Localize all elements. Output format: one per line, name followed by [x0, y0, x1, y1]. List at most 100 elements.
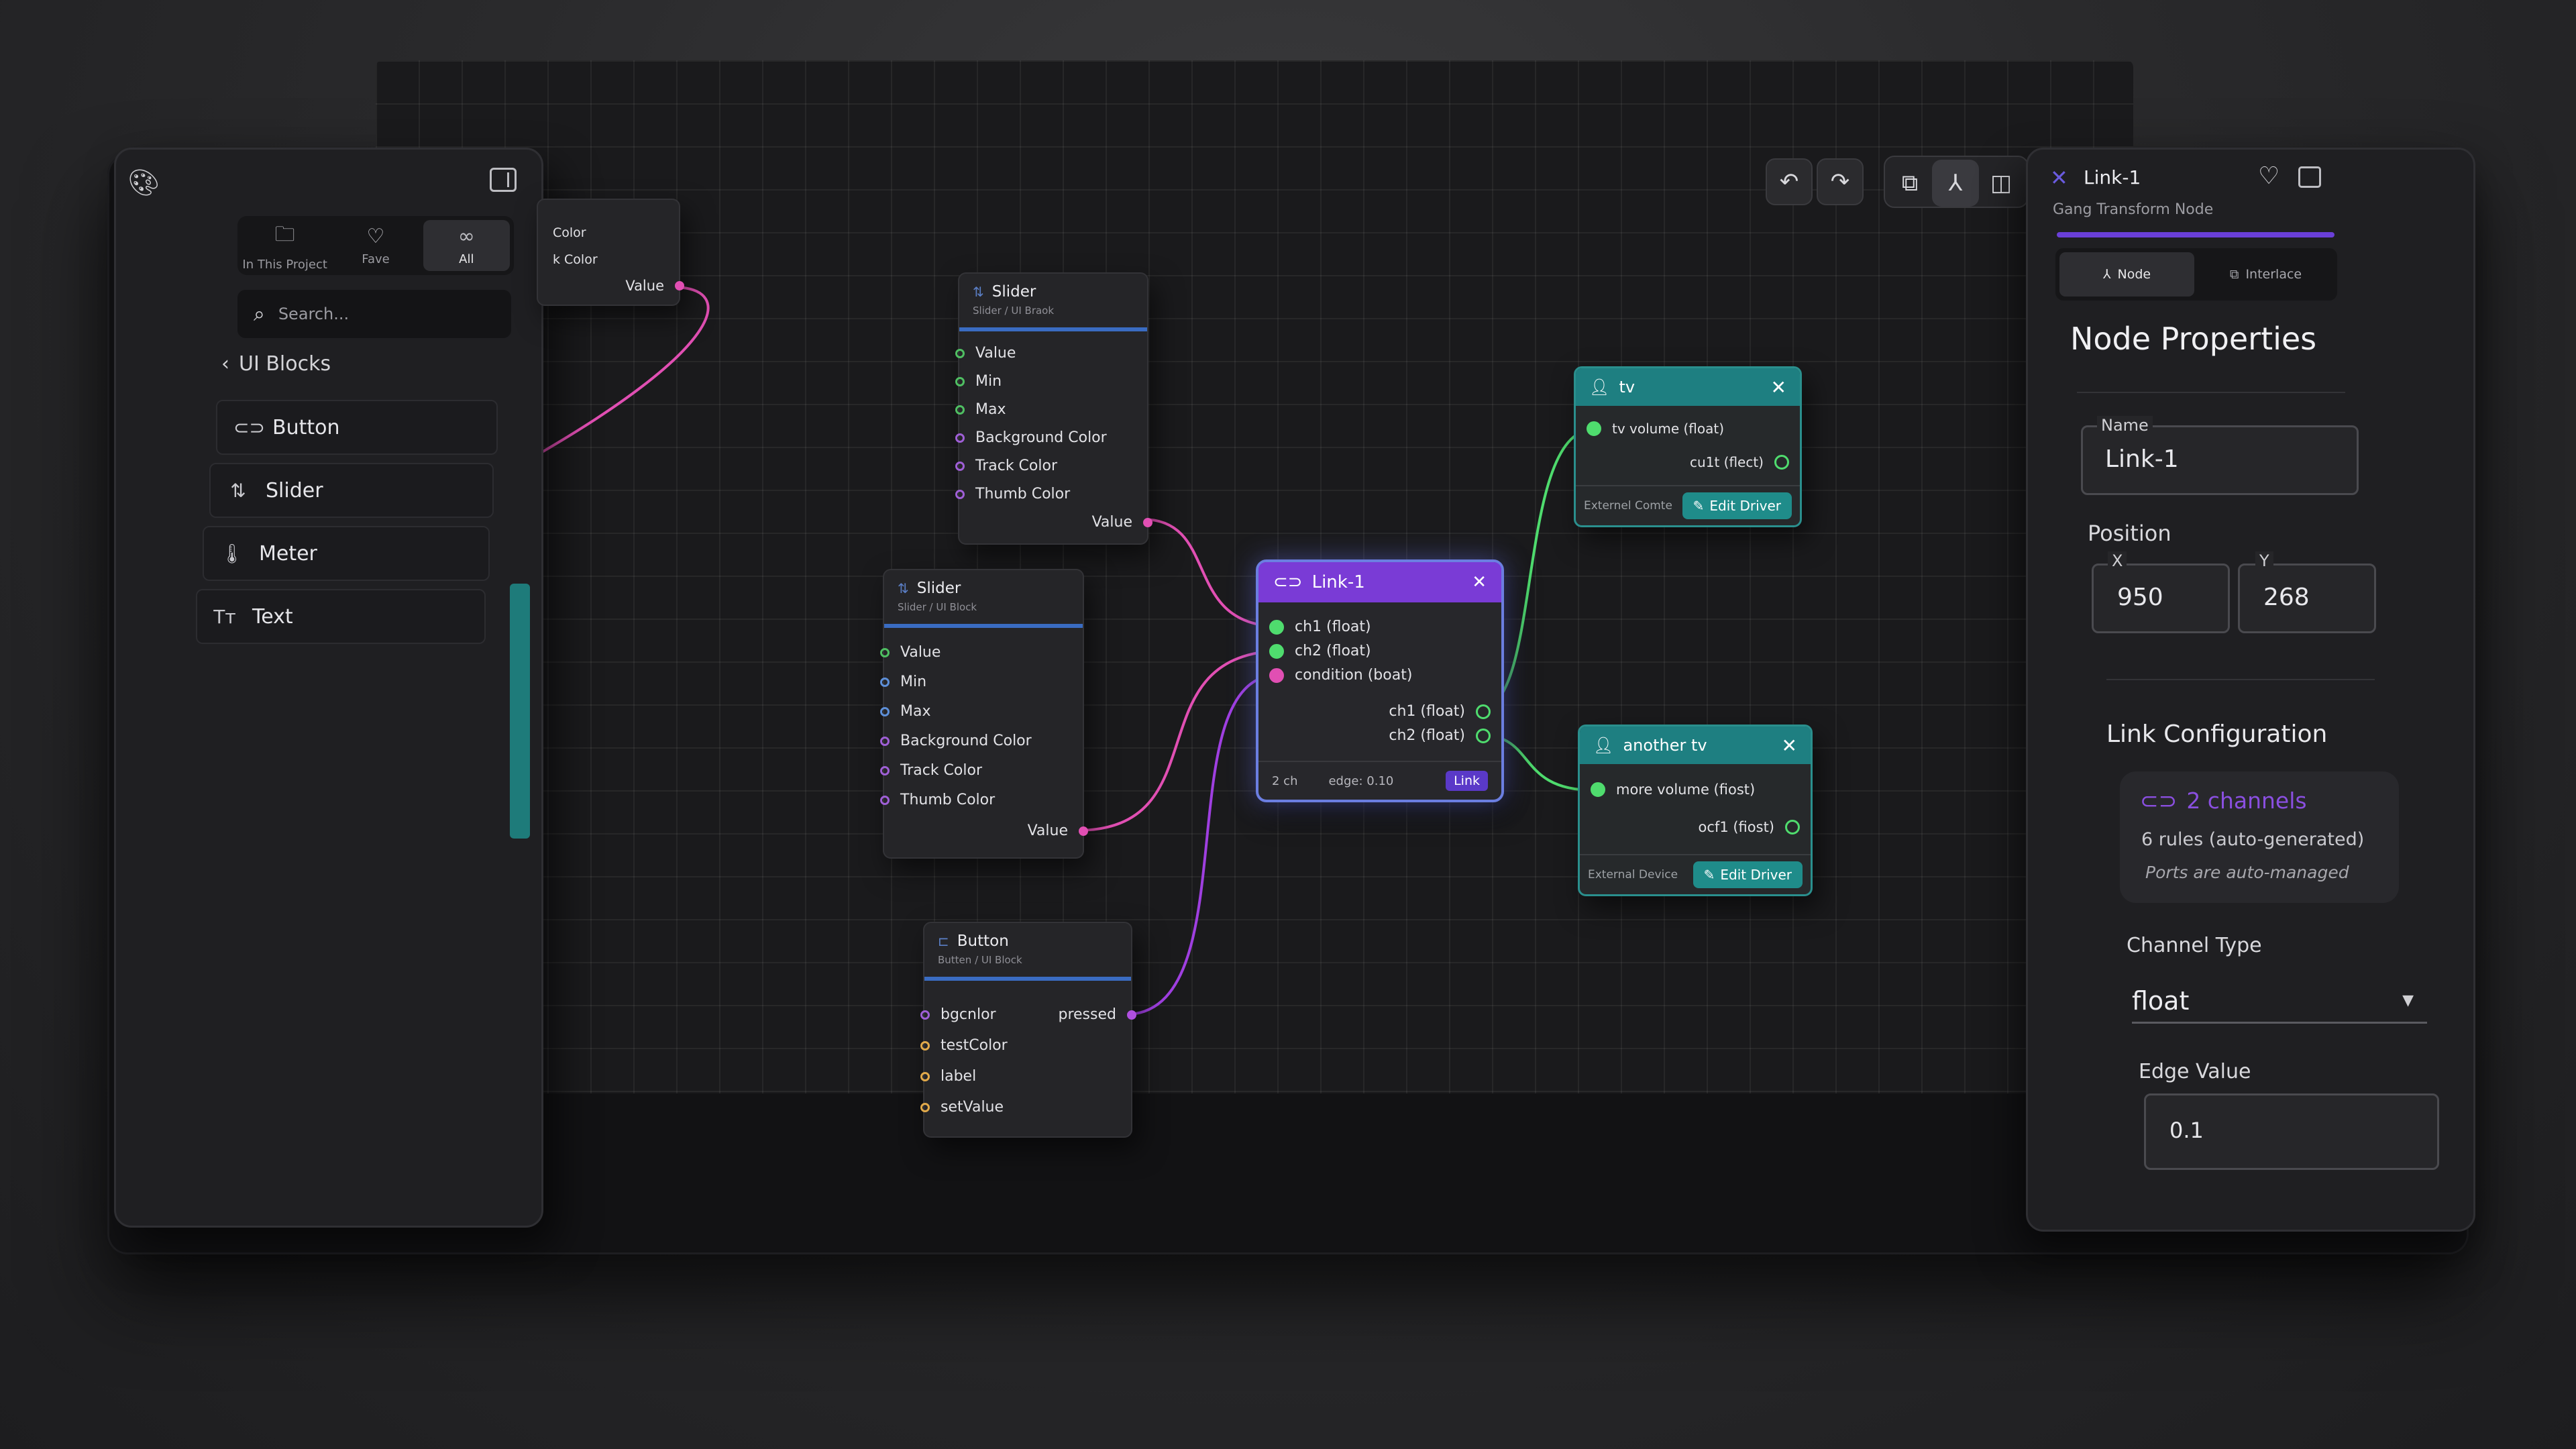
input-port-dot[interactable]	[1269, 667, 1284, 683]
block-item-button[interactable]: ⊂⊃ Button	[216, 400, 498, 455]
block-item-meter[interactable]: 🌡︎ Meter	[203, 526, 490, 581]
input-port-dot[interactable]	[920, 1102, 930, 1112]
output-port-dot[interactable]	[1143, 517, 1152, 527]
button-node[interactable]: ⊏ Button Butten / UI Block bgcnlor testCo…	[920, 922, 1136, 1138]
input-port[interactable]: Min	[955, 373, 1002, 390]
close-icon[interactable]: ✕	[1782, 735, 1797, 757]
input-port[interactable]: Thumb Color	[880, 792, 995, 808]
shapes-button[interactable]: ⧉	[1886, 160, 1933, 207]
block-item-slider[interactable]: ⇅ Slider	[209, 463, 494, 518]
output-port-dot[interactable]	[1476, 728, 1491, 743]
input-port-dot[interactable]	[1269, 619, 1284, 635]
output-port-dot[interactable]	[1476, 704, 1491, 719]
undo-button[interactable]: ↶	[1766, 158, 1813, 205]
input-port[interactable]: Track Color	[955, 458, 1057, 474]
input-port[interactable]: setValue	[920, 1099, 1004, 1116]
redo-button[interactable]: ↷	[1817, 158, 1864, 205]
output-port[interactable]: ch1 (float)	[1389, 703, 1491, 720]
position-x-value[interactable]: 950	[2117, 584, 2163, 611]
graph-button[interactable]: ⅄	[1932, 160, 1979, 207]
tab-fave[interactable]: ♡ Fave	[332, 220, 419, 271]
input-port[interactable]: ch2 (float)	[1269, 643, 1371, 659]
breadcrumb[interactable]: ‹ UI Blocks	[221, 352, 331, 376]
input-port[interactable]: Value	[955, 345, 1016, 362]
palette-icon[interactable]: 🎨︎	[127, 168, 160, 198]
input-port[interactable]: more volume (fiost)	[1591, 782, 1755, 798]
input-port[interactable]: Max	[955, 401, 1006, 418]
input-port-dot[interactable]	[955, 489, 965, 499]
partial-node[interactable]: Color k Color Value	[537, 199, 684, 306]
output-port-dot[interactable]	[1127, 1010, 1136, 1020]
split-view-button[interactable]: ◫	[1978, 160, 2025, 207]
output-port[interactable]: Value	[1028, 822, 1088, 839]
output-port[interactable]: Value	[1092, 514, 1152, 531]
heart-icon[interactable]: ♡	[2258, 162, 2279, 190]
output-port-dot[interactable]	[675, 281, 684, 290]
input-port[interactable]: Track Color	[880, 762, 982, 779]
search-box: ⌕	[237, 290, 511, 338]
input-port-dot[interactable]	[955, 376, 965, 386]
input-port-dot[interactable]	[880, 706, 890, 716]
input-port[interactable]: testColor	[920, 1037, 1008, 1054]
close-icon[interactable]: ✕	[1472, 572, 1487, 592]
input-port[interactable]: Min	[880, 674, 926, 690]
edit-driver-button[interactable]: ✎ Edit Driver	[1693, 861, 1803, 888]
channel-type-select[interactable]: float ▼	[2132, 979, 2427, 1024]
input-port[interactable]: bgcnlor	[920, 1006, 996, 1023]
output-port[interactable]: ocf1 (fiost)	[1699, 819, 1800, 835]
input-port-dot[interactable]	[1587, 421, 1601, 436]
link-node-header[interactable]: ⊂⊃ Link-1 ✕	[1258, 562, 1501, 602]
input-port-dot[interactable]	[1591, 782, 1605, 797]
tab-interlace[interactable]: ⧉ Interlace	[2198, 252, 2333, 297]
tv-node-header[interactable]: 👤︎ another tv ✕	[1580, 727, 1811, 764]
sidebar-resize-handle[interactable]	[510, 584, 530, 839]
tv-node-header[interactable]: 👤︎ tv ✕	[1576, 368, 1800, 406]
close-icon[interactable]: ✕	[1771, 376, 1786, 398]
input-port[interactable]: Max	[880, 703, 930, 720]
input-port-dot[interactable]	[1269, 643, 1284, 659]
input-port-dot[interactable]	[880, 765, 890, 775]
tv-node[interactable]: 👤︎ tv ✕ tv volume (float) cu1t (flect) E…	[1574, 366, 1802, 527]
edge-value-input[interactable]: 0.1	[2169, 1118, 2204, 1143]
slider-node-middle[interactable]: ⇅ Slider Slider / UI Block Value Min Max …	[880, 569, 1088, 859]
link-node[interactable]: ⊂⊃ Link-1 ✕ ch1 (float) ch2 (float) condi…	[1256, 559, 1504, 802]
output-port-dot[interactable]	[1785, 820, 1800, 835]
input-port-dot[interactable]	[880, 647, 890, 657]
output-port-dot[interactable]	[1079, 826, 1088, 836]
input-port-dot[interactable]	[880, 677, 890, 687]
input-port[interactable]: Background Color	[955, 429, 1107, 446]
input-port[interactable]: Thumb Color	[955, 486, 1070, 502]
input-port-dot[interactable]	[880, 736, 890, 746]
collapse-sidebar-icon[interactable]	[490, 168, 517, 192]
position-y-value[interactable]: 268	[2263, 584, 2310, 611]
input-port-dot[interactable]	[955, 433, 965, 443]
output-port[interactable]: ch2 (float)	[1389, 727, 1491, 744]
input-port[interactable]: label	[920, 1068, 976, 1085]
input-port[interactable]: Value	[880, 644, 941, 661]
input-port[interactable]: tv volume (float)	[1587, 421, 1724, 437]
another-tv-node[interactable]: 👤︎ another tv ✕ more volume (fiost) ocf1…	[1578, 724, 1813, 896]
input-port[interactable]: Background Color	[880, 733, 1032, 749]
slider-node-top[interactable]: ⇅ Slider Slider / UI Braok Value Min Max …	[955, 272, 1152, 545]
input-port-dot[interactable]	[955, 405, 965, 415]
block-item-text[interactable]: Tт Text	[196, 589, 486, 644]
input-port[interactable]: condition (boat)	[1269, 667, 1412, 684]
search-input[interactable]	[276, 304, 481, 324]
tab-in-this-project[interactable]: 🗀 In This Project	[241, 220, 328, 272]
output-port[interactable]: pressed	[1059, 1006, 1136, 1023]
output-port-dot[interactable]	[1774, 455, 1789, 470]
edit-driver-button[interactable]: ✎ Edit Driver	[1682, 492, 1792, 519]
partial-output-value[interactable]: Value	[625, 278, 684, 294]
tab-node[interactable]: ⅄ Node	[2059, 252, 2194, 297]
tab-all[interactable]: ∞ All	[423, 220, 510, 271]
input-port-dot[interactable]	[920, 1071, 930, 1081]
input-port-dot[interactable]	[955, 461, 965, 471]
name-field-value[interactable]: Link-1	[2105, 445, 2179, 473]
output-port[interactable]: cu1t (flect)	[1690, 454, 1789, 470]
input-port[interactable]: ch1 (float)	[1269, 619, 1371, 635]
input-port-dot[interactable]	[920, 1010, 930, 1020]
input-port-dot[interactable]	[955, 348, 965, 358]
input-port-dot[interactable]	[880, 795, 890, 805]
collapse-panel-icon[interactable]	[2298, 166, 2321, 188]
input-port-dot[interactable]	[920, 1040, 930, 1051]
